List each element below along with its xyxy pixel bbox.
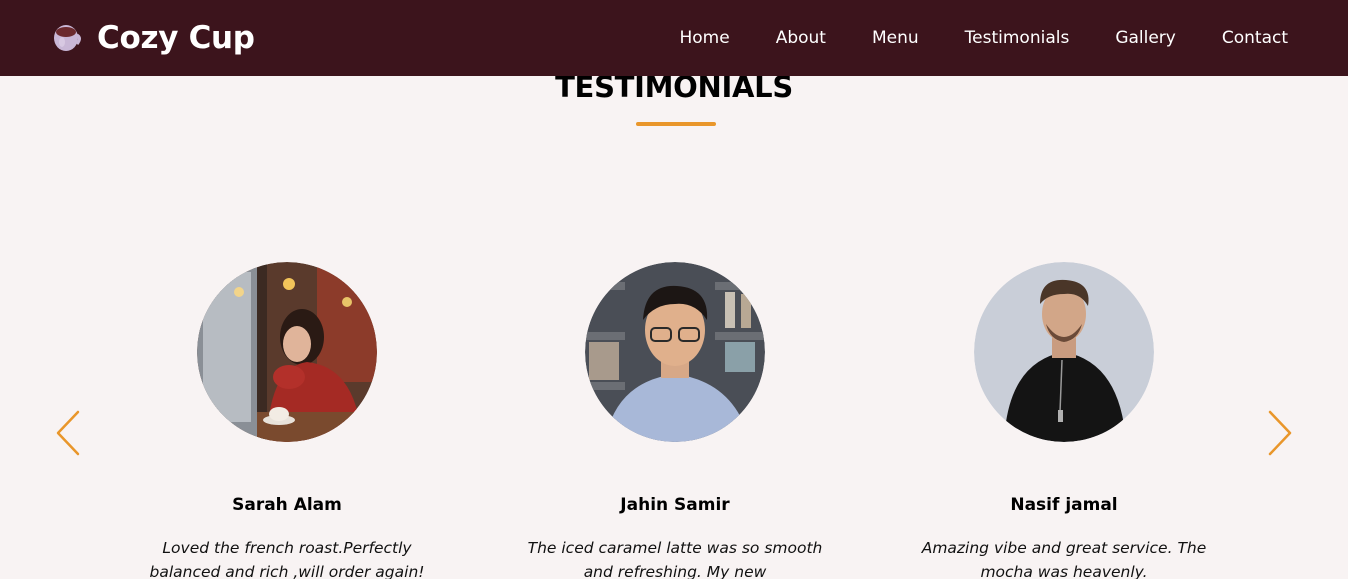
nav-contact[interactable]: Contact	[1222, 28, 1288, 48]
nav-testimonials[interactable]: Testimonials	[965, 28, 1070, 48]
nav-menu-link[interactable]: Menu	[872, 28, 919, 48]
avatar	[585, 262, 765, 442]
nav-menu: Home About Menu Testimonials Gallery Con…	[634, 28, 1289, 48]
nav-about[interactable]: About	[776, 28, 826, 48]
testimonial-name: Sarah Alam	[232, 495, 342, 515]
navbar: Cozy Cup Home About Menu Testimonials Ga…	[0, 0, 1348, 76]
testimonial-card: Nasif jamal Amazing vibe and great servi…	[894, 262, 1234, 579]
coffee-cup-icon	[52, 23, 82, 53]
nav-home[interactable]: Home	[680, 28, 730, 48]
testimonial-quote: The iced caramel latte was so smooth and…	[527, 539, 823, 579]
avatar	[197, 262, 377, 442]
testimonial-quote: Loved the french roast.Perfectly balance…	[149, 539, 425, 579]
title-underline	[636, 122, 716, 126]
testimonial-card: Jahin Samir The iced caramel latte was s…	[505, 262, 845, 579]
testimonial-name: Nasif jamal	[1010, 495, 1118, 515]
avatar	[974, 262, 1154, 442]
brand[interactable]: Cozy Cup	[52, 0, 255, 76]
chevron-left-icon[interactable]	[54, 409, 82, 457]
brand-name: Cozy Cup	[97, 20, 255, 56]
testimonial-name: Jahin Samir	[620, 495, 730, 515]
chevron-right-icon[interactable]	[1266, 409, 1294, 457]
testimonial-quote: Amazing vibe and great service. The moch…	[921, 539, 1207, 579]
nav-gallery[interactable]: Gallery	[1115, 28, 1176, 48]
testimonial-card: Sarah Alam Loved the french roast.Perfec…	[117, 262, 457, 579]
